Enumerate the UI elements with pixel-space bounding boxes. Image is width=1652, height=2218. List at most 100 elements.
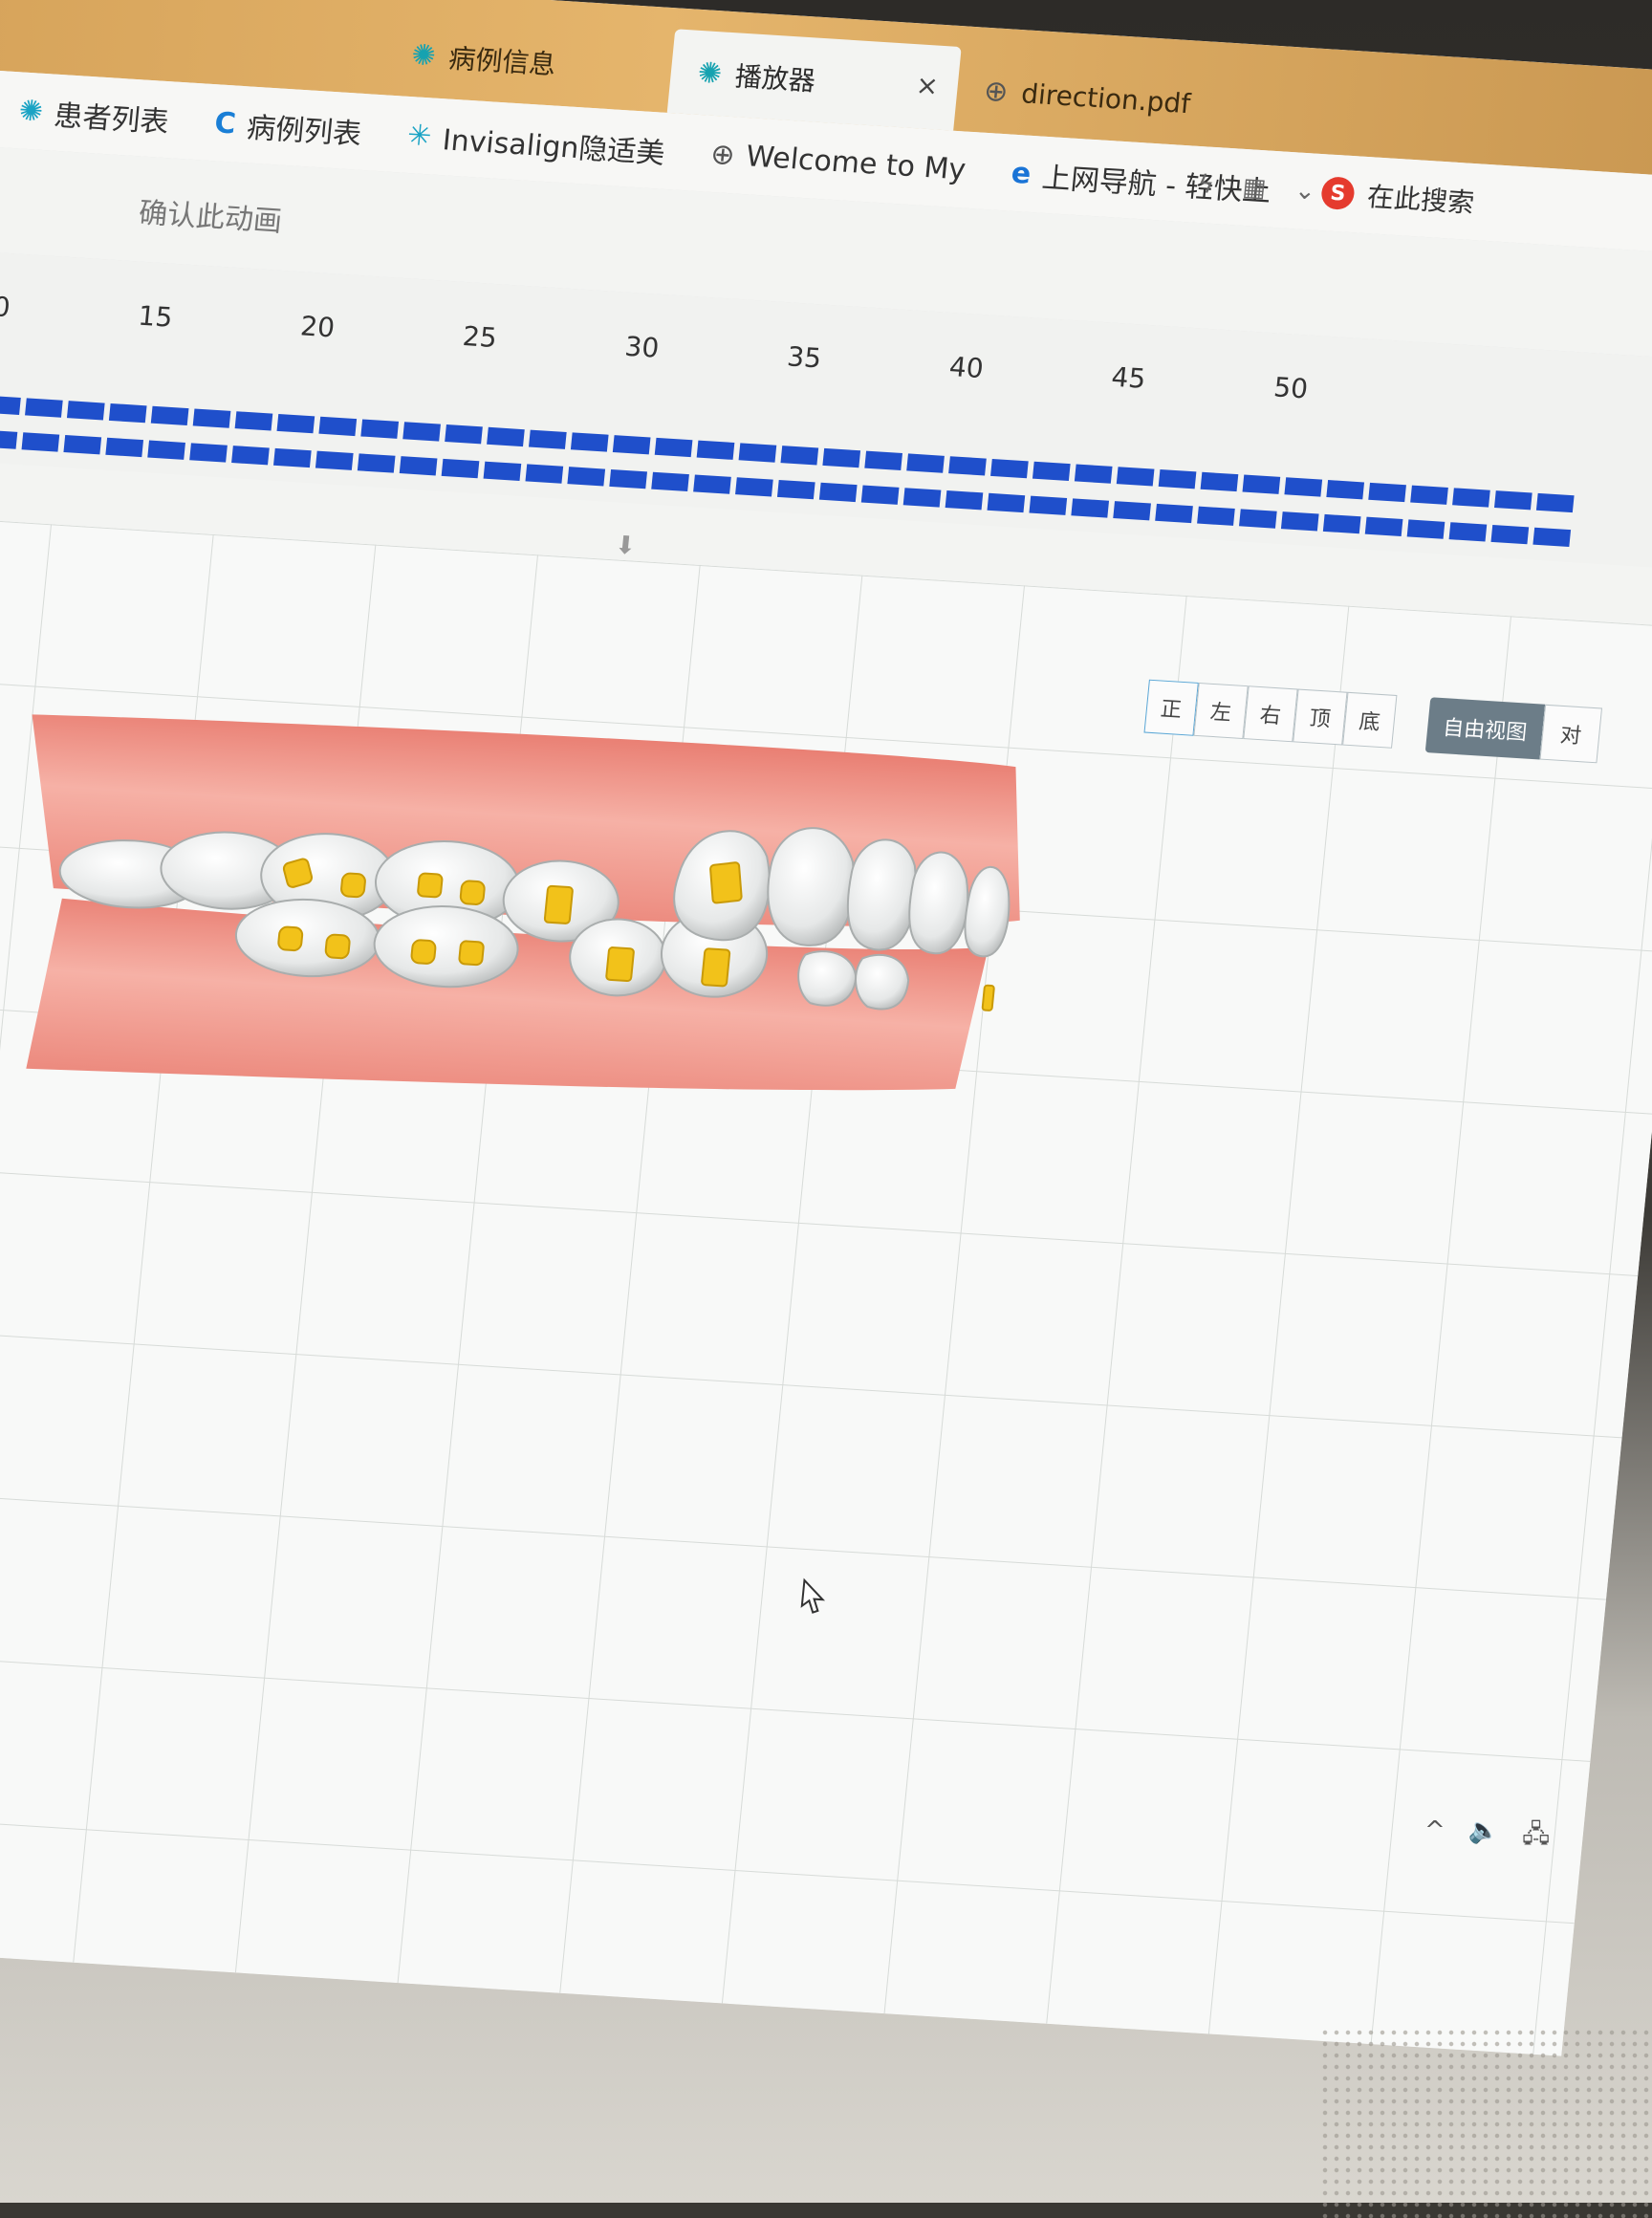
stage-segment[interactable] [1074,464,1113,484]
stage-segment[interactable] [735,477,773,497]
stage-segment[interactable] [609,468,647,489]
stage-segment[interactable] [189,443,228,463]
stage-segment[interactable] [63,435,102,455]
stage-segment[interactable] [860,485,900,505]
stage-segment[interactable] [945,490,984,511]
stage-segment[interactable] [822,447,861,468]
stage-segment[interactable] [1535,492,1575,513]
stage-segment[interactable] [987,492,1026,513]
stage-segment[interactable] [0,395,21,415]
3d-viewer[interactable]: 正 左 右 顶 底 自由视图 对 [0,513,1652,2056]
tray-up-icon[interactable]: ^ [1424,1816,1446,1859]
stage-segment[interactable] [780,446,819,466]
stage-segment[interactable] [1155,503,1193,524]
view-bottom-button[interactable]: 底 [1342,691,1398,749]
stage-segment[interactable] [864,450,902,470]
stage-segment[interactable] [1029,495,1068,515]
qr-icon[interactable]: ▦ [1241,173,1267,203]
stage-segment[interactable] [1364,516,1403,536]
stage-segment[interactable] [483,461,522,481]
stage-segment[interactable] [1368,482,1406,503]
stage-segment[interactable] [612,435,651,455]
stage-segment[interactable] [445,424,483,445]
stage-segment[interactable] [948,456,987,476]
bookmark-welcome[interactable]: ⊕ Welcome to My [709,137,967,186]
bookmark-invisalign[interactable]: ✳ Invisalign隐适美 [405,114,667,172]
stage-segment[interactable] [525,464,564,484]
stage-segment[interactable] [1071,498,1110,518]
stage-segment[interactable] [1410,485,1448,505]
stage-segment[interactable] [150,405,189,426]
stage-segment[interactable] [1532,527,1572,548]
stage-segment[interactable] [487,426,525,447]
stage-segment[interactable] [1032,461,1071,482]
stage-segment[interactable] [1322,513,1361,534]
view-front-button[interactable]: 正 [1143,679,1199,736]
stage-segment[interactable] [231,446,270,466]
stage-segment[interactable] [1326,480,1365,500]
stage-segment[interactable] [357,453,396,473]
chevron-down-icon[interactable]: ⌄ [1293,176,1317,206]
search-box[interactable]: S 在此搜索 [1319,163,1478,230]
stage-segment[interactable] [529,429,567,449]
stage-segment[interactable] [192,408,231,428]
view-top-button[interactable]: 顶 [1293,688,1348,746]
close-icon[interactable]: × [915,69,941,101]
stage-segment[interactable] [399,456,438,476]
stage-segment[interactable] [441,458,480,479]
stage-segment[interactable] [234,411,273,431]
confirm-animation-button[interactable]: 确认此动画 [137,189,284,240]
stage-segment[interactable] [66,401,105,421]
stage-segment[interactable] [147,440,185,460]
stage-segment[interactable] [818,482,858,503]
stage-segment[interactable] [654,437,693,458]
stage-segment[interactable] [1284,477,1323,497]
stage-segment[interactable] [318,416,358,437]
volume-icon[interactable]: 🔈 [1468,1816,1499,1859]
stage-segment[interactable] [276,413,315,434]
stage-segment[interactable] [776,479,815,500]
stage-segment[interactable] [1200,471,1239,492]
stage-segment[interactable] [315,450,354,470]
stage-segment[interactable] [108,402,147,424]
stage-segment[interactable] [651,471,689,492]
stage-segment[interactable] [0,429,18,449]
dental-arch-model[interactable] [0,665,1220,1274]
stage-segment[interactable] [1158,469,1197,489]
stage-segment[interactable] [1490,524,1530,545]
search-input[interactable]: 在此搜索 [1365,176,1476,221]
stage-segment[interactable] [1280,511,1319,532]
stage-segment[interactable] [360,419,400,439]
sogou-icon[interactable]: S [1319,176,1357,211]
stage-segment[interactable] [105,437,144,458]
stage-segment[interactable] [902,488,942,508]
stage-segment[interactable] [1239,509,1277,529]
stage-segment[interactable] [738,443,777,463]
view-right-button[interactable]: 右 [1243,685,1298,743]
compare-button[interactable]: 对 [1539,704,1603,764]
stage-segment[interactable] [1406,519,1446,539]
stage-segment[interactable] [273,447,312,468]
lightning-icon[interactable]: ϟ [1196,170,1215,200]
stage-segment[interactable] [402,422,441,442]
stage-segment[interactable] [696,440,735,460]
stage-segment[interactable] [1197,506,1235,526]
down-arrow-icon[interactable]: ⬇ [614,531,638,560]
stage-segment[interactable] [21,432,60,452]
stage-segment[interactable] [1116,467,1155,487]
stage-segment[interactable] [693,474,731,494]
stage-segment[interactable] [1494,490,1532,511]
stage-segment[interactable] [1242,474,1281,494]
stage-segment[interactable] [25,398,63,418]
view-left-button[interactable]: 左 [1193,682,1249,740]
stage-segment[interactable] [1452,488,1490,508]
stage-segment[interactable] [1448,522,1488,542]
bookmark-case-list[interactable]: C 病例列表 [212,101,363,152]
bookmark-patient-list[interactable]: ✺ 患者列表 [17,89,171,141]
stage-segment[interactable] [570,432,609,452]
free-view-button[interactable]: 自由视图 [1424,697,1546,760]
stage-segment[interactable] [567,467,606,487]
stage-segment[interactable] [990,458,1029,479]
stage-segment[interactable] [906,453,945,473]
stage-segment[interactable] [1113,501,1151,521]
